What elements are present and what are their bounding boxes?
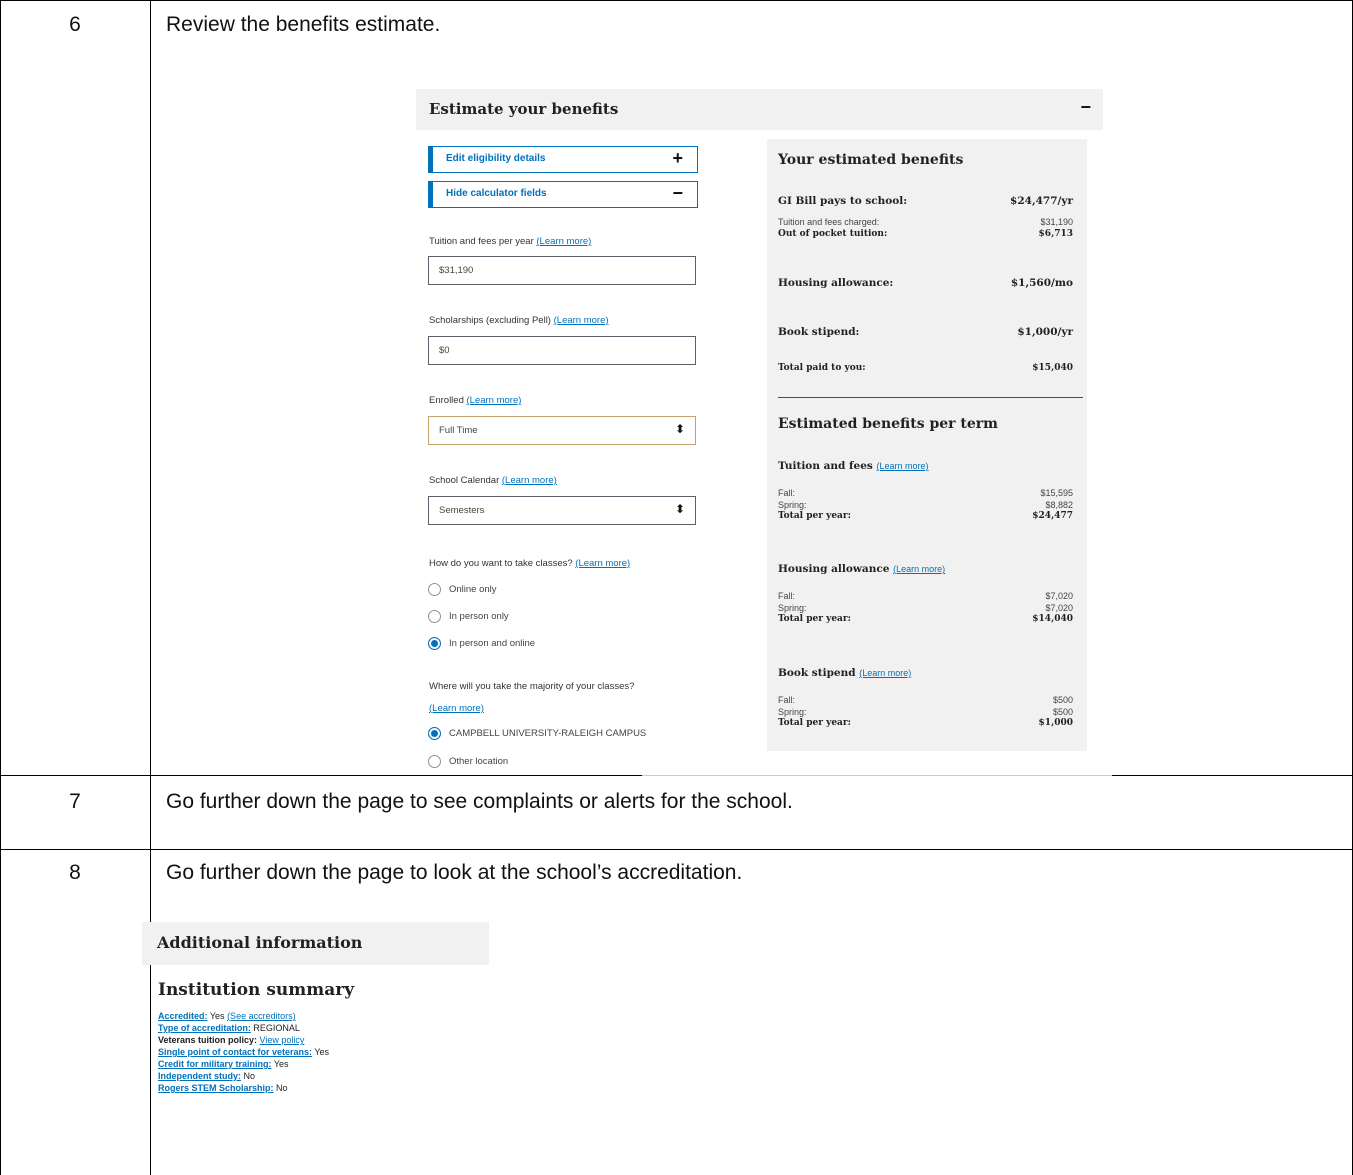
learn-more-link[interactable]: (Learn more) xyxy=(467,395,522,406)
step-text: Review the benefits estimate. xyxy=(166,13,441,36)
tuition-label: Tuition and fees per year (Learn more) xyxy=(429,236,592,247)
independent-study-link[interactable]: Independent study: xyxy=(158,1071,241,1081)
book-total-row: Total per year: $1,000 xyxy=(778,718,1073,728)
housing-fall-row: Fall: $7,020 xyxy=(778,591,1073,601)
classes-label: How do you want to take classes? (Learn … xyxy=(429,558,631,569)
stem-scholarship-row: Rogers STEM Scholarship: No xyxy=(158,1083,288,1093)
expand-icon: + xyxy=(672,148,683,168)
step-number: 8 xyxy=(69,861,81,884)
housing-row: Housing allowance: $1,560/mo xyxy=(778,277,1073,289)
calendar-select[interactable]: Semesters ⬍ xyxy=(428,496,696,525)
radio-button-selected[interactable] xyxy=(428,727,441,740)
select-arrows-icon: ⬍ xyxy=(674,422,685,436)
benefits-title: Your estimated benefits xyxy=(778,152,964,168)
collapse-icon[interactable]: − xyxy=(1080,97,1091,118)
view-policy-link[interactable]: View policy xyxy=(260,1035,305,1045)
learn-more-link[interactable]: (Learn more) xyxy=(876,461,928,471)
military-credit-row: Credit for military training: Yes xyxy=(158,1059,289,1069)
tuition-policy-row: Veterans tuition policy: View policy xyxy=(158,1035,305,1045)
independent-study-row: Independent study: No xyxy=(158,1071,256,1081)
total-paid-row: Total paid to you: $15,040 xyxy=(778,363,1073,373)
learn-more-link[interactable]: (Learn more) xyxy=(893,564,945,574)
table-column-divider xyxy=(150,0,151,1175)
step-text: Go further down the page to look at the … xyxy=(166,861,743,884)
institution-summary-title: Institution summary xyxy=(158,980,355,1000)
estimator-header[interactable]: Estimate your benefits − xyxy=(416,89,1103,130)
collapse-icon: − xyxy=(672,183,683,203)
stem-scholarship-link[interactable]: Rogers STEM Scholarship: xyxy=(158,1083,274,1093)
learn-more-link[interactable]: (Learn more) xyxy=(554,315,609,326)
edit-eligibility-button[interactable]: Edit eligibility details + xyxy=(428,146,698,173)
edit-eligibility-label: Edit eligibility details xyxy=(446,153,546,164)
tuition-total-row: Total per year: $24,477 xyxy=(778,511,1073,521)
estimator-title: Estimate your benefits xyxy=(429,100,619,118)
additional-info-header[interactable]: Additional information xyxy=(142,922,489,965)
book-term-title: Book stipend (Learn more) xyxy=(778,667,912,679)
tuition-input[interactable]: $31,190 xyxy=(428,256,696,285)
housing-term-title: Housing allowance (Learn more) xyxy=(778,563,946,575)
scholarships-input[interactable]: $0 xyxy=(428,336,696,365)
tuition-charged-row: Tuition and fees charged: $31,190 xyxy=(778,217,1073,227)
enrolled-select[interactable]: Full Time ⬍ xyxy=(428,416,696,445)
point-of-contact-row: Single point of contact for veterans: Ye… xyxy=(158,1047,330,1057)
radio-button[interactable] xyxy=(428,755,441,768)
estimated-benefits-panel: Your estimated benefits GI Bill pays to … xyxy=(767,139,1087,751)
learn-more-link[interactable]: (Learn more) xyxy=(859,668,911,678)
step-text: Go further down the page to see complain… xyxy=(166,790,793,813)
military-credit-link[interactable]: Credit for military training: xyxy=(158,1059,272,1069)
learn-more-link[interactable]: (Learn more) xyxy=(575,558,630,569)
point-of-contact-link[interactable]: Single point of contact for veterans: xyxy=(158,1047,312,1057)
housing-total-row: Total per year: $14,040 xyxy=(778,614,1073,624)
gi-bill-pays-row: GI Bill pays to school: $24,477/yr xyxy=(778,195,1073,207)
tuition-term-title: Tuition and fees (Learn more) xyxy=(778,460,929,472)
accreditation-type-link[interactable]: Type of accreditation: xyxy=(158,1023,251,1033)
radio-button[interactable] xyxy=(428,610,441,623)
step-number: 6 xyxy=(69,13,81,36)
hide-calculator-button[interactable]: Hide calculator fields − xyxy=(428,181,698,208)
table-border-top xyxy=(0,0,1353,1)
learn-more-link[interactable]: (Learn more) xyxy=(429,703,484,714)
additional-info-title: Additional information xyxy=(157,933,363,952)
select-arrows-icon: ⬍ xyxy=(674,502,685,516)
calendar-label: School Calendar (Learn more) xyxy=(429,475,557,486)
book-row: Book stipend: $1,000/yr xyxy=(778,326,1073,338)
book-fall-row: Fall: $500 xyxy=(778,695,1073,705)
radio-button-selected[interactable] xyxy=(428,637,441,650)
benefits-estimator-screenshot: Estimate your benefits − Edit eligibilit… xyxy=(416,89,1103,774)
hide-calculator-label: Hide calculator fields xyxy=(446,188,547,199)
out-of-pocket-row: Out of pocket tuition: $6,713 xyxy=(778,229,1073,239)
accreditation-type-row: Type of accreditation: REGIONAL xyxy=(158,1023,300,1033)
accredited-row: Accredited: Yes (See accreditors) xyxy=(158,1011,296,1021)
radio-button[interactable] xyxy=(428,583,441,596)
table-border-left xyxy=(0,0,1,1175)
enrolled-label: Enrolled (Learn more) xyxy=(429,395,522,406)
step-number: 7 xyxy=(69,790,81,813)
screenshot-bottom-rule xyxy=(642,775,1112,776)
see-accreditors-link[interactable]: (See accreditors) xyxy=(227,1011,296,1021)
panel-divider xyxy=(778,397,1083,398)
learn-more-link[interactable]: (Learn more) xyxy=(536,236,591,247)
location-label: Where will you take the majority of your… xyxy=(429,681,635,692)
tuition-fall-row: Fall: $15,595 xyxy=(778,488,1073,498)
table-divider xyxy=(0,849,1353,850)
scholarships-label: Scholarships (excluding Pell) (Learn mor… xyxy=(429,315,609,326)
accredited-link[interactable]: Accredited: xyxy=(158,1011,208,1021)
per-term-title: Estimated benefits per term xyxy=(778,416,998,432)
learn-more-link[interactable]: (Learn more) xyxy=(502,475,557,486)
